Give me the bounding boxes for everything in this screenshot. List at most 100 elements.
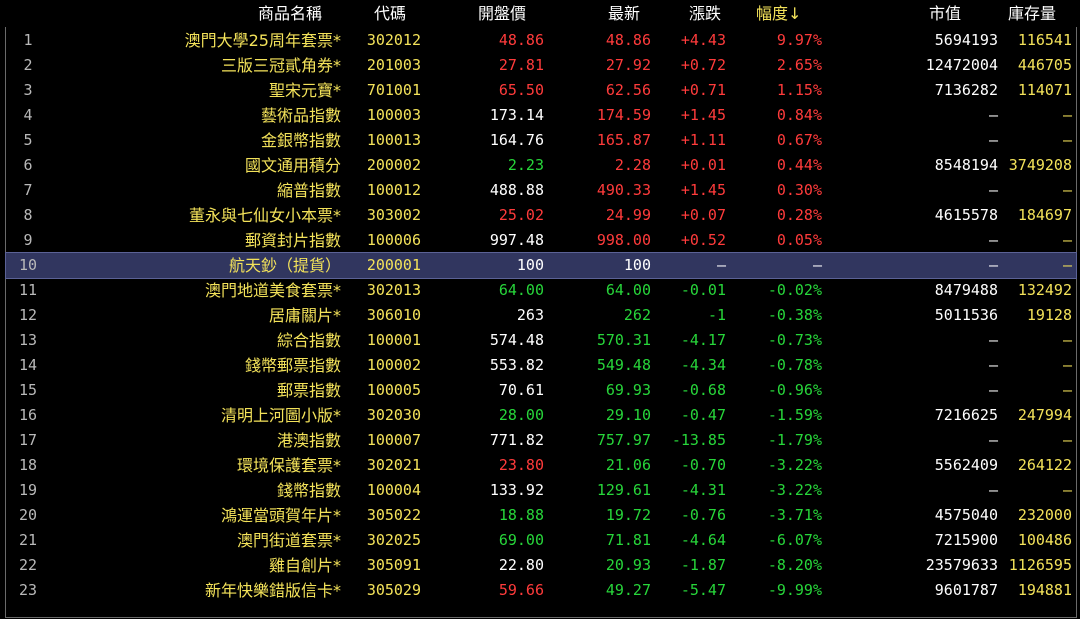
last-price: 2.28 [614,156,651,174]
last-price: 48.86 [605,31,651,49]
quote-row[interactable]: 11 澳門地道美食套票* 302013 64.00 64.00 -0.01 -0.02% 84… [6,278,1076,303]
quote-row[interactable]: 15 郵票指數 100005 70.61 69.93 -0.68 -0.96% — — [6,378,1076,403]
product-code: 306010 [366,306,421,324]
market-cap: — [988,106,998,124]
column-header-pct-change[interactable]: 幅度↓ [756,0,816,27]
pct-change: -3.22% [767,481,822,499]
product-code: 302013 [366,281,421,299]
quote-row[interactable]: 6 國文通用積分 200002 2.23 2.28 +0.01 0.44% 8548194 37… [6,153,1076,178]
quote-row[interactable]: 14 錢幣郵票指數 100002 553.82 549.48 -4.34 -0.78% — — [6,353,1076,378]
open-price: 27.81 [498,56,544,74]
stock-volume: 184697 [1017,206,1072,224]
market-cap: 7216625 [934,406,998,424]
quote-row[interactable]: 10 航天鈔（提貨） 200001 100 100 — — — — [5,252,1077,279]
market-cap: — [988,231,998,249]
quote-row[interactable]: 13 綜合指數 100001 574.48 570.31 -4.17 -0.73% — — [6,328,1076,353]
quote-row[interactable]: 4 藝術品指數 100003 173.14 174.59 +1.45 0.84% — — [6,103,1076,128]
quote-row[interactable]: 21 澳門街道套票* 302025 69.00 71.81 -4.64 -6.07% 7215… [6,528,1076,553]
market-cap: 8548194 [934,156,998,174]
pct-change: 1.15% [776,81,822,99]
row-number: 14 [18,356,38,374]
price-change: -4.17 [680,331,726,349]
last-price: 262 [623,306,651,324]
row-number: 13 [18,331,38,349]
quote-row[interactable]: 20 鴻運當頭賀年片* 305022 18.88 19.72 -0.76 -3.71% 457… [6,503,1076,528]
quote-row[interactable]: 1 澳門大學25周年套票* 302012 48.86 48.86 +4.43 9.97% 56… [6,28,1076,53]
stock-volume: 232000 [1017,506,1072,524]
price-change: +4.43 [680,31,726,49]
price-change: -0.01 [680,281,726,299]
column-header-stock[interactable]: 庫存量 [1008,0,1070,27]
quote-row[interactable]: 18 環境保護套票* 302021 23.80 21.06 -0.70 -3.22% 5562… [6,453,1076,478]
quote-row[interactable]: 7 縮普指數 100012 488.88 490.33 +1.45 0.30% — — [6,178,1076,203]
market-cap: 8479488 [934,281,998,299]
pct-change: -3.71% [767,506,822,524]
price-change: -5.47 [680,581,726,599]
last-price: 165.87 [596,131,651,149]
stock-volume: 132492 [1017,281,1072,299]
price-change: -4.34 [680,356,726,374]
last-price: 19.72 [605,506,651,524]
quote-row[interactable]: 12 居庸關片* 306010 263 262 -1 -0.38% 5011536 19128 [6,303,1076,328]
column-header-code[interactable]: 代碼 [374,0,414,27]
last-price: 100 [623,256,651,274]
last-price: 27.92 [605,56,651,74]
last-price: 69.93 [605,381,651,399]
market-cap: — [988,331,998,349]
stock-volume: 247994 [1017,406,1072,424]
column-header-market-cap[interactable]: 市值 [929,0,969,27]
stock-volume: 100486 [1017,531,1072,549]
pct-change: -1.59% [767,406,822,424]
price-change: — [716,256,726,274]
last-price: 174.59 [596,106,651,124]
quote-row[interactable]: 19 錢幣指數 100004 133.92 129.61 -4.31 -3.22% — — [6,478,1076,503]
open-price: 997.48 [489,231,544,249]
last-price: 29.10 [605,406,651,424]
product-code: 305091 [366,556,421,574]
quote-board: 商品名稱 代碼 開盤價 最新 漲跌 幅度↓ 市值 庫存量 1 澳門大學25周年套票… [0,0,1080,619]
pct-change: -0.78% [767,356,822,374]
pct-change: -3.22% [767,456,822,474]
price-change: -1.87 [680,556,726,574]
quote-row[interactable]: 23 新年快樂錯版信卡* 305029 59.66 49.27 -5.47 -9.99% 96… [6,578,1076,603]
price-change: -13.85 [671,431,726,449]
quote-row[interactable]: 8 董永與七仙女小本票* 303002 25.02 24.99 +0.07 0.28% 461… [6,203,1076,228]
product-code: 302012 [366,31,421,49]
price-change: +0.01 [680,156,726,174]
product-code: 302025 [366,531,421,549]
row-number: 10 [18,256,38,274]
column-header-open[interactable]: 開盤價 [478,0,540,27]
open-price: 65.50 [498,81,544,99]
pct-change: -0.02% [767,281,822,299]
quote-row[interactable]: 22 雞自創片* 305091 22.80 20.93 -1.87 -8.20% 235796… [6,553,1076,578]
open-price: 488.88 [489,181,544,199]
product-code: 201003 [366,56,421,74]
last-price: 998.00 [596,231,651,249]
quote-row[interactable]: 3 聖宋元寶* 701001 65.50 62.56 +0.71 1.15% 7136282 1… [6,78,1076,103]
column-header-last[interactable]: 最新 [608,0,648,27]
product-code: 302030 [366,406,421,424]
column-header-name[interactable]: 商品名稱 [258,0,336,27]
quote-row[interactable]: 17 港澳指數 100007 771.82 757.97 -13.85 -1.79% — — [6,428,1076,453]
price-change: -0.47 [680,406,726,424]
last-price: 64.00 [605,281,651,299]
quote-row[interactable]: 2 三版三冠貳角券* 201003 27.81 27.92 +0.72 2.65% 12472… [6,53,1076,78]
product-name: 藝術品指數 [260,106,341,125]
market-cap: 9601787 [934,581,998,599]
row-number: 4 [23,106,33,124]
product-code: 701001 [366,81,421,99]
market-cap: — [988,356,998,374]
price-change: -0.68 [680,381,726,399]
quote-row[interactable]: 9 郵資封片指數 100006 997.48 998.00 +0.52 0.05% — — [6,228,1076,253]
product-code: 100007 [366,431,421,449]
product-name: 綜合指數 [276,331,341,350]
product-name: 澳門大學25周年套票* [184,31,341,50]
market-cap: 4575040 [934,506,998,524]
price-change: +1.45 [680,181,726,199]
open-price: 23.80 [498,456,544,474]
last-price: 49.27 [605,581,651,599]
column-header-change[interactable]: 漲跌 [689,0,729,27]
quote-row[interactable]: 16 清明上河圖小版* 302030 28.00 29.10 -0.47 -1.59% 721… [6,403,1076,428]
quote-row[interactable]: 5 金銀幣指數 100013 164.76 165.87 +1.11 0.67% — — [6,128,1076,153]
row-number: 19 [18,481,38,499]
